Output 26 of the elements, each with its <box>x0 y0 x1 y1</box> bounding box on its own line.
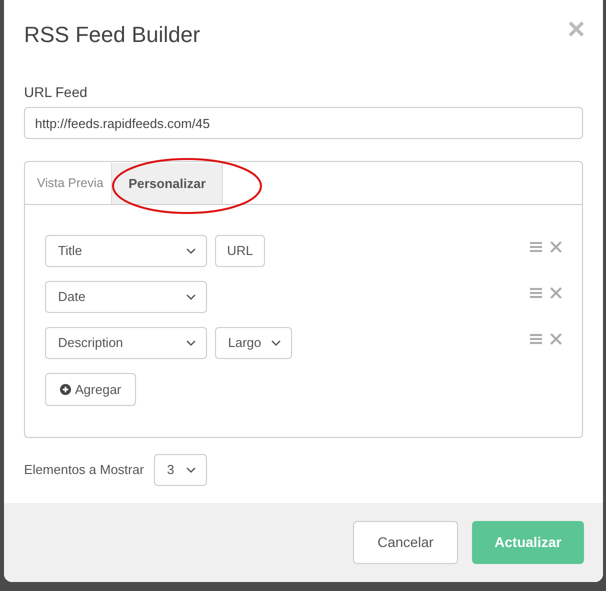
field-label: URL Feed <box>24 83 88 102</box>
cancel-button[interactable]: Cancelar <box>353 521 458 564</box>
close-icon[interactable] <box>550 241 562 253</box>
chevron-down-icon <box>186 248 196 254</box>
chevron-down-icon <box>271 340 281 346</box>
add-button[interactable]: Agregar <box>45 373 136 406</box>
url-button[interactable]: URL <box>215 235 266 267</box>
field-select[interactable]: Date <box>45 281 207 313</box>
drag-handle-icon[interactable] <box>530 242 542 252</box>
dialog-title: RSS Feed Builder <box>24 21 200 49</box>
chevron-down-icon <box>186 294 196 300</box>
drag-handle-icon[interactable] <box>530 288 542 298</box>
count-select[interactable]: 3 <box>154 454 207 486</box>
close-icon[interactable] <box>550 287 562 299</box>
field-select[interactable]: Description <box>45 327 207 359</box>
chevron-down-icon <box>186 467 196 473</box>
chevron-down-icon <box>186 340 196 346</box>
drag-handle-icon[interactable] <box>530 334 542 344</box>
close-icon[interactable] <box>550 333 562 345</box>
url-input[interactable]: http://feeds.rapidfeeds.com/45 <box>24 107 583 139</box>
tab[interactable]: Vista Previa <box>37 162 112 204</box>
length-select[interactable]: Largo <box>215 327 292 359</box>
plus-circle-icon <box>60 384 71 395</box>
field-label: Elementos a Mostrar <box>24 461 144 480</box>
field-select[interactable]: Title <box>45 235 207 267</box>
tab[interactable]: Personalizar <box>111 163 223 204</box>
